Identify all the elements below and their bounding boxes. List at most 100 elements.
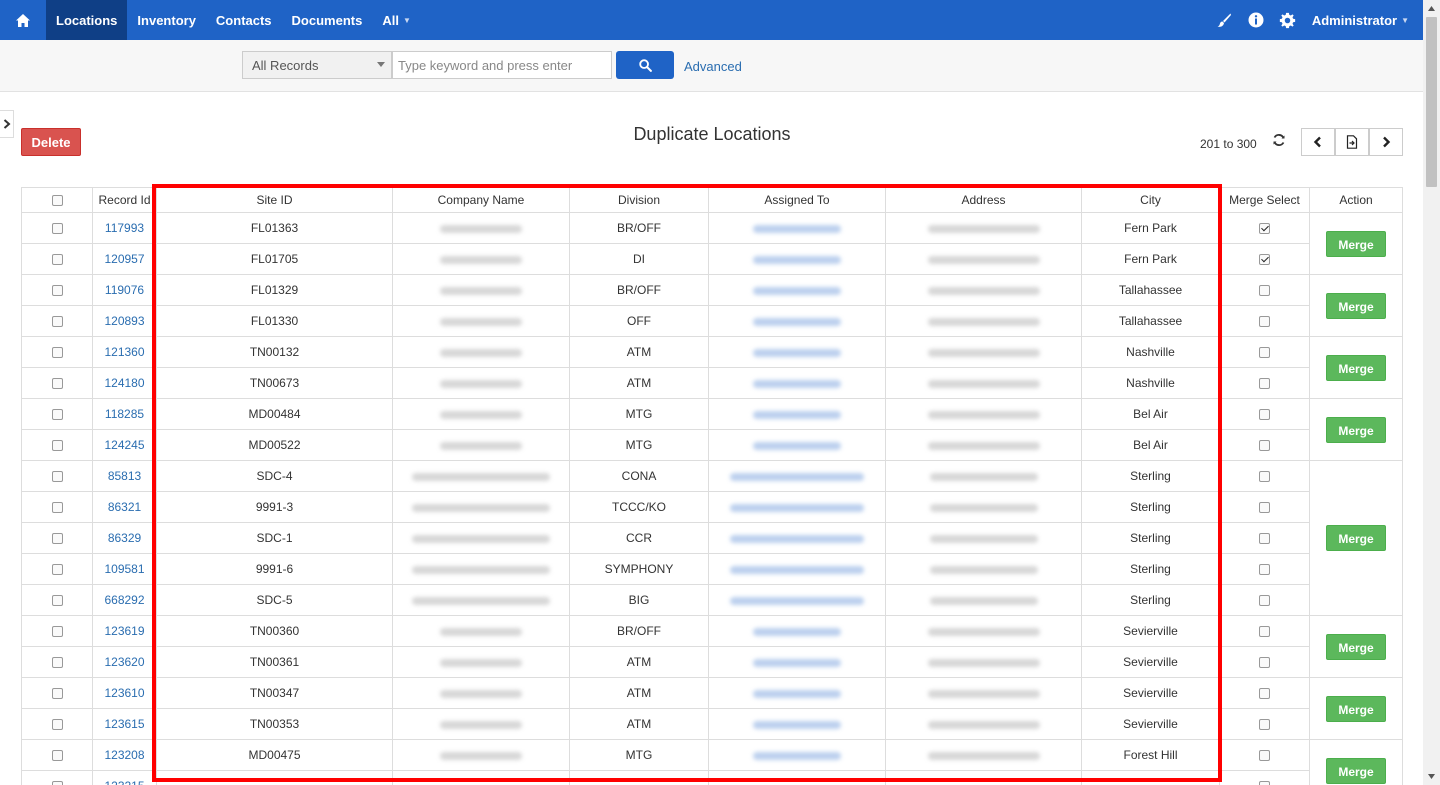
merge-select-cell[interactable]: [1220, 306, 1310, 337]
record-id-link[interactable]: 123620: [93, 647, 157, 678]
brush-icon[interactable]: [1208, 0, 1240, 40]
row-select-cell[interactable]: [22, 647, 93, 678]
row-select-cell[interactable]: [22, 306, 93, 337]
row-select-checkbox[interactable]: [52, 254, 63, 265]
row-select-cell[interactable]: [22, 461, 93, 492]
assigned-to-cell[interactable]: [709, 523, 886, 554]
advanced-search-link[interactable]: Advanced: [684, 59, 742, 74]
redacted-assigned-to[interactable]: [730, 566, 864, 574]
row-select-checkbox[interactable]: [52, 378, 63, 389]
select-all-checkbox[interactable]: [52, 195, 63, 206]
assigned-to-cell[interactable]: [709, 678, 886, 709]
merge-select-cell[interactable]: [1220, 709, 1310, 740]
redacted-assigned-to[interactable]: [753, 721, 841, 729]
row-select-cell[interactable]: [22, 337, 93, 368]
merge-select-cell[interactable]: [1220, 647, 1310, 678]
record-id-link[interactable]: 120957: [93, 244, 157, 275]
record-id-link[interactable]: 123208: [93, 740, 157, 771]
redacted-assigned-to[interactable]: [753, 442, 841, 450]
merge-select-cell[interactable]: [1220, 399, 1310, 430]
merge-select-cell[interactable]: [1220, 523, 1310, 554]
record-id-link[interactable]: 123215: [93, 771, 157, 785]
nav-locations[interactable]: Locations: [46, 0, 127, 40]
redacted-assigned-to[interactable]: [753, 690, 841, 698]
assigned-to-cell[interactable]: [709, 709, 886, 740]
home-icon[interactable]: [0, 0, 46, 40]
row-select-cell[interactable]: [22, 771, 93, 785]
merge-select-checkbox[interactable]: [1259, 378, 1270, 389]
merge-select-cell[interactable]: [1220, 740, 1310, 771]
merge-select-cell[interactable]: [1220, 554, 1310, 585]
merge-select-cell[interactable]: [1220, 461, 1310, 492]
delete-button[interactable]: Delete: [21, 128, 81, 156]
merge-button[interactable]: Merge: [1326, 355, 1386, 381]
merge-select-cell[interactable]: [1220, 678, 1310, 709]
merge-select-checkbox[interactable]: [1259, 409, 1270, 420]
merge-select-checkbox[interactable]: [1259, 440, 1270, 451]
select-all-cell[interactable]: [22, 188, 93, 213]
row-select-checkbox[interactable]: [52, 595, 63, 606]
assigned-to-cell[interactable]: [709, 616, 886, 647]
header-address[interactable]: Address: [886, 188, 1082, 213]
redacted-assigned-to[interactable]: [753, 411, 841, 419]
row-select-cell[interactable]: [22, 616, 93, 647]
scroll-up-icon[interactable]: [1423, 0, 1440, 17]
assigned-to-cell[interactable]: [709, 368, 886, 399]
row-select-checkbox[interactable]: [52, 781, 63, 785]
page-scrollbar[interactable]: [1423, 0, 1440, 785]
record-id-link[interactable]: 124180: [93, 368, 157, 399]
merge-button[interactable]: Merge: [1326, 231, 1386, 257]
merge-button[interactable]: Merge: [1326, 293, 1386, 319]
header-city[interactable]: City: [1082, 188, 1220, 213]
merge-select-checkbox[interactable]: [1259, 254, 1270, 265]
merge-button[interactable]: Merge: [1326, 417, 1386, 443]
record-id-link[interactable]: 85813: [93, 461, 157, 492]
export-page-button[interactable]: [1335, 128, 1369, 156]
prev-page-button[interactable]: [1301, 128, 1335, 156]
assigned-to-cell[interactable]: [709, 399, 886, 430]
merge-select-checkbox[interactable]: [1259, 502, 1270, 513]
record-id-link[interactable]: 123615: [93, 709, 157, 740]
redacted-assigned-to[interactable]: [753, 752, 841, 760]
merge-select-checkbox[interactable]: [1259, 688, 1270, 699]
assigned-to-cell[interactable]: [709, 740, 886, 771]
row-select-checkbox[interactable]: [52, 657, 63, 668]
merge-select-checkbox[interactable]: [1259, 285, 1270, 296]
assigned-to-cell[interactable]: [709, 337, 886, 368]
row-select-checkbox[interactable]: [52, 564, 63, 575]
merge-select-checkbox[interactable]: [1259, 347, 1270, 358]
merge-select-checkbox[interactable]: [1259, 626, 1270, 637]
record-id-link[interactable]: 109581: [93, 554, 157, 585]
merge-select-checkbox[interactable]: [1259, 471, 1270, 482]
header-division[interactable]: Division: [570, 188, 709, 213]
merge-button[interactable]: Merge: [1326, 758, 1386, 784]
row-select-cell[interactable]: [22, 368, 93, 399]
merge-select-checkbox[interactable]: [1259, 316, 1270, 327]
next-page-button[interactable]: [1369, 128, 1403, 156]
merge-button[interactable]: Merge: [1326, 634, 1386, 660]
record-id-link[interactable]: 121360: [93, 337, 157, 368]
row-select-cell[interactable]: [22, 709, 93, 740]
merge-select-cell[interactable]: [1220, 585, 1310, 616]
record-id-link[interactable]: 118285: [93, 399, 157, 430]
record-id-link[interactable]: 123610: [93, 678, 157, 709]
nav-all-dropdown[interactable]: All▼: [372, 0, 421, 40]
row-select-cell[interactable]: [22, 275, 93, 306]
row-select-cell[interactable]: [22, 244, 93, 275]
assigned-to-cell[interactable]: [709, 213, 886, 244]
assigned-to-cell[interactable]: [709, 554, 886, 585]
redacted-assigned-to[interactable]: [753, 318, 841, 326]
refresh-icon[interactable]: [1272, 133, 1288, 149]
header-site-id[interactable]: Site ID: [157, 188, 393, 213]
row-select-checkbox[interactable]: [52, 285, 63, 296]
sidebar-toggle[interactable]: [0, 110, 14, 138]
row-select-checkbox[interactable]: [52, 440, 63, 451]
row-select-checkbox[interactable]: [52, 626, 63, 637]
row-select-cell[interactable]: [22, 213, 93, 244]
merge-select-checkbox[interactable]: [1259, 533, 1270, 544]
redacted-assigned-to[interactable]: [730, 473, 864, 481]
merge-select-checkbox[interactable]: [1259, 564, 1270, 575]
search-input[interactable]: [392, 51, 612, 79]
merge-select-checkbox[interactable]: [1259, 750, 1270, 761]
nav-inventory[interactable]: Inventory: [127, 0, 206, 40]
